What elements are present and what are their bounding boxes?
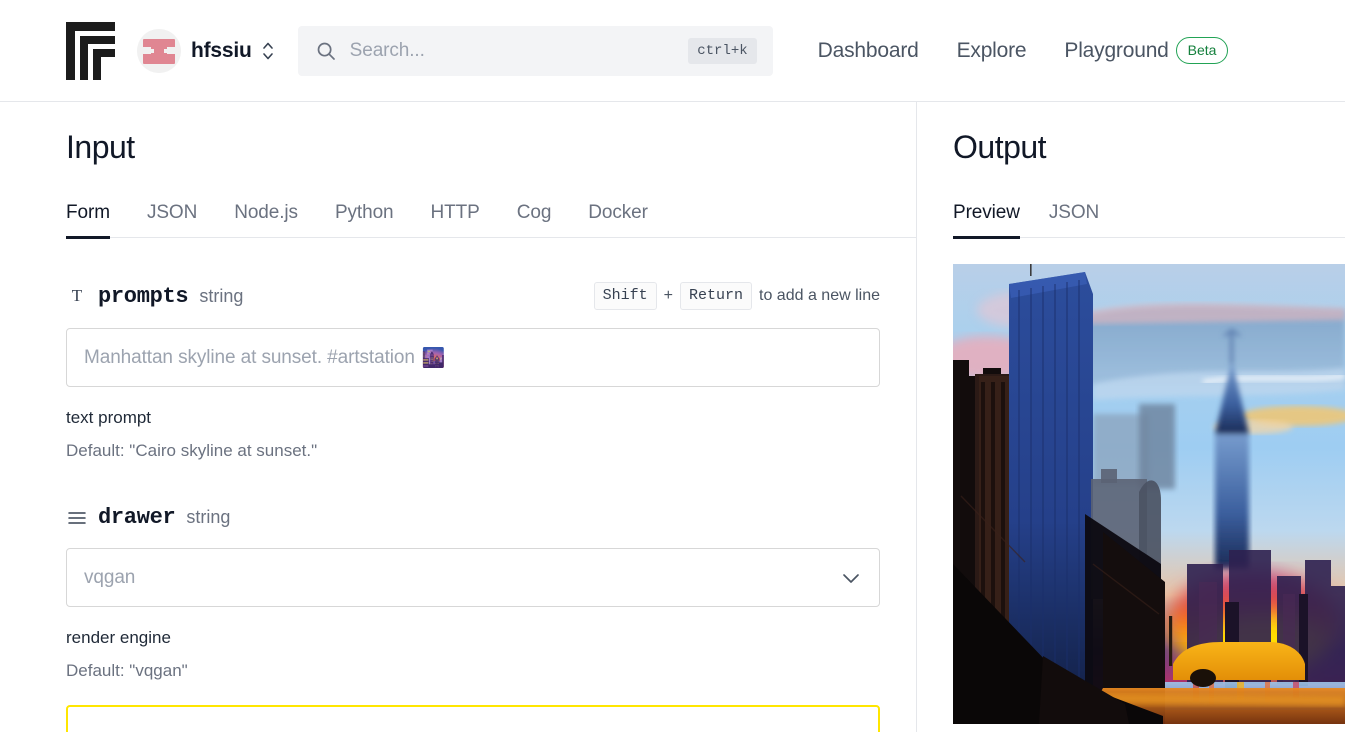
field-prompts-description: text prompt (66, 408, 152, 427)
tab-nodejs[interactable]: Node.js (234, 202, 298, 238)
account-switcher[interactable]: hfssiu (137, 28, 274, 73)
field-drawer-name: drawer (98, 505, 176, 530)
input-tabs: Form JSON Node.js Python HTTP Cog Docker (66, 202, 916, 239)
tab-cog[interactable]: Cog (517, 202, 552, 238)
kbd-shift: Shift (593, 282, 657, 310)
tab-preview[interactable]: Preview (953, 202, 1020, 239)
search-icon (316, 41, 336, 61)
search-shortcut-badge: ctrl+k (688, 37, 757, 64)
search-placeholder: Search... (349, 39, 425, 61)
hint-plus: + (663, 287, 673, 304)
output-panel: Output Preview JSON (917, 102, 1345, 732)
tab-output-json[interactable]: JSON (1049, 202, 1099, 238)
main-nav: Dashboard Explore Playground Beta (799, 37, 1229, 64)
drawer-select[interactable]: vqgan (66, 548, 880, 607)
beta-badge: Beta (1175, 37, 1229, 64)
focused-next-input[interactable] (66, 705, 880, 732)
list-type-icon (66, 507, 88, 529)
user-avatar-icon (137, 28, 181, 73)
output-tabs: Preview JSON (953, 202, 1345, 239)
input-panel-title: Input (66, 129, 135, 165)
city-sunset-emoji-icon: 🌆 (421, 347, 446, 369)
nav-link-playground[interactable]: Playground (1045, 39, 1187, 63)
tab-http[interactable]: HTTP (431, 202, 480, 238)
output-preview-image[interactable] (953, 264, 1345, 724)
tab-docker[interactable]: Docker (588, 202, 648, 238)
tab-form[interactable]: Form (66, 202, 110, 239)
newline-hint: Shift + Return to add a new line (593, 282, 880, 310)
field-prompts: T prompts string Shift + Return to add a… (66, 282, 916, 461)
chevron-up-down-icon[interactable] (262, 40, 274, 62)
chevron-down-icon[interactable] (840, 567, 862, 589)
field-drawer-default: Default: "vqgan" (66, 661, 188, 680)
search-input[interactable]: Search... ctrl+k (297, 25, 773, 76)
output-panel-title: Output (953, 129, 1047, 165)
field-drawer: drawer string vqgan render engine Defaul… (66, 505, 916, 681)
field-drawer-description: render engine (66, 628, 171, 647)
prompts-placeholder: Manhattan skyline at sunset. #artstation (84, 346, 415, 368)
drawer-select-value: vqgan (84, 566, 136, 588)
input-panel: Input Form JSON Node.js Python HTTP Cog … (0, 102, 917, 732)
hint-text: to add a new line (759, 287, 880, 304)
field-prompts-default: Default: "Cairo skyline at sunset." (66, 441, 318, 460)
replicate-logo-icon[interactable] (66, 21, 115, 80)
field-drawer-type: string (186, 507, 231, 527)
kbd-return: Return (680, 282, 753, 310)
tab-json[interactable]: JSON (147, 202, 197, 238)
main-content: Input Form JSON Node.js Python HTTP Cog … (0, 102, 1345, 732)
field-drawer-header: drawer string (66, 505, 916, 530)
prompts-textarea[interactable]: Manhattan skyline at sunset. #artstation… (66, 328, 880, 387)
field-prompts-header: T prompts string Shift + Return to add a… (66, 282, 916, 310)
nav-link-dashboard[interactable]: Dashboard (799, 39, 938, 63)
tab-python[interactable]: Python (335, 202, 394, 238)
text-type-icon: T (71, 286, 83, 305)
field-prompts-type: string (199, 285, 244, 306)
nav-link-explore[interactable]: Explore (938, 39, 1046, 63)
field-prompts-name: prompts (98, 283, 189, 309)
top-header: hfssiu Search... ctrl+k Dashboard Explor… (0, 0, 1345, 102)
account-name: hfssiu (191, 38, 252, 62)
